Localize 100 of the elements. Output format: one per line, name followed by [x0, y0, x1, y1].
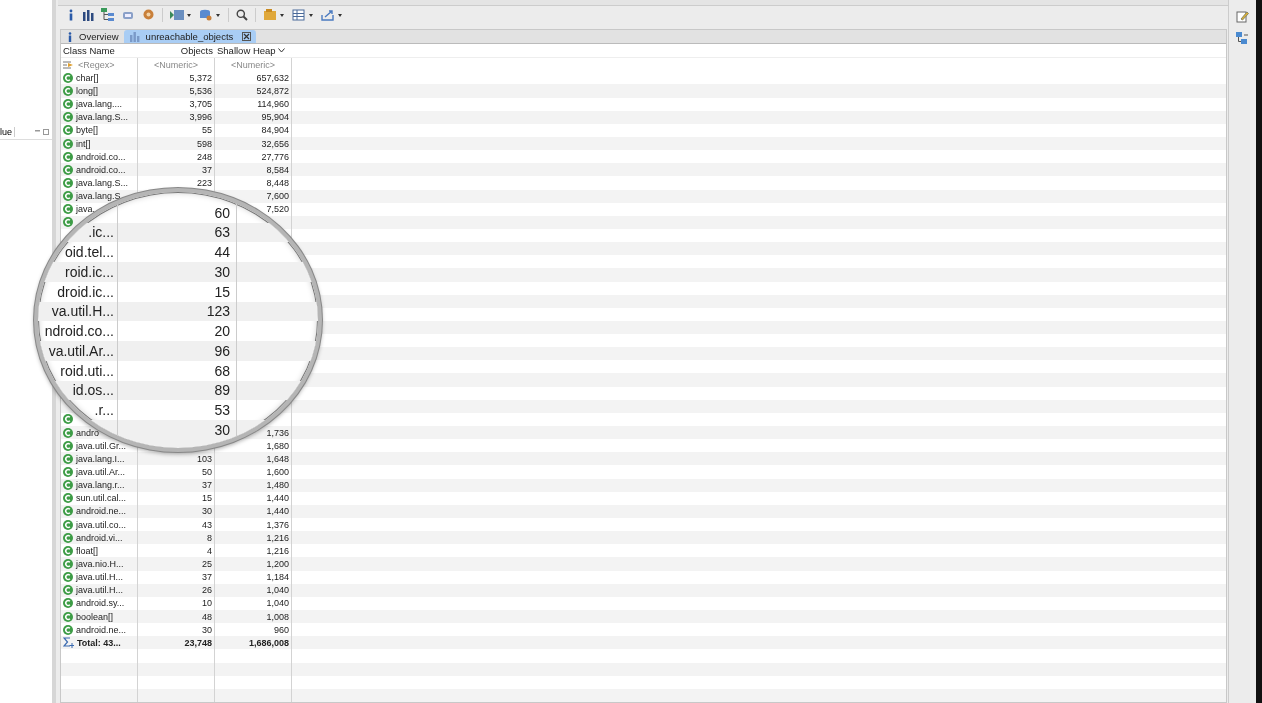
table-cell: android.co... — [76, 164, 126, 175]
table-cell: int[] — [76, 138, 91, 149]
table-cell: android.ne... — [76, 624, 127, 635]
magnified-cell: 63 — [214, 224, 230, 241]
table-cell: 3,705 — [189, 99, 212, 110]
table-cell: android.vi... — [76, 532, 123, 543]
table-cell: Total: 43... — [77, 637, 121, 648]
bar-chart-icon[interactable] — [82, 8, 94, 21]
table-cell: android.sy... — [76, 598, 125, 609]
magnified-cell: va.util.Ar... — [48, 343, 114, 359]
table-cell: float[] — [76, 545, 98, 556]
table-cell: 114,960 — [257, 99, 289, 110]
run-report-dropdown-icon[interactable] — [170, 8, 192, 21]
table-cell: char[] — [76, 72, 99, 83]
table-cell: 55 — [202, 125, 212, 136]
table-cell: andro — [76, 427, 100, 438]
table-cell: 50 — [202, 467, 212, 478]
table-cell: 7,520 — [266, 204, 289, 215]
magnified-cell: 89 — [214, 382, 230, 399]
sum-icon — [63, 637, 74, 649]
editor-tab[interactable]: Overview — [61, 30, 124, 44]
table-cell: 103 — [196, 453, 212, 464]
table-cell: 23,748 — [184, 637, 212, 648]
table-cell: java.lang.S... — [76, 177, 129, 188]
table-cell: 1,008 — [266, 611, 289, 622]
magnified-cell: ndroid.co... — [44, 323, 114, 340]
table-cell: 84,904 — [261, 125, 289, 136]
magnified-cell: 15 — [214, 283, 230, 300]
table-cell: 37 — [202, 572, 212, 583]
table-cell: 30 — [202, 624, 212, 635]
filter-placeholder[interactable]: <Numeric> — [231, 59, 275, 70]
magnified-cell: 68 — [214, 362, 230, 379]
minimize-maximize-icon[interactable] — [35, 128, 49, 135]
table-cell: java.util.H... — [76, 572, 124, 583]
search-icon[interactable] — [236, 8, 248, 21]
magnified-cell: roid.ic... — [65, 264, 114, 280]
table-cell: java.lang.r... — [76, 480, 125, 491]
close-icon[interactable] — [242, 32, 252, 42]
table-cell: 25 — [202, 559, 212, 569]
magnified-cell: .r... — [94, 402, 114, 419]
class-icon — [63, 467, 73, 478]
table-cell: 960 — [273, 624, 289, 635]
table-cell: 1,040 — [266, 598, 289, 609]
table-cell: 26 — [202, 585, 212, 596]
export-dropdown-icon[interactable] — [321, 8, 343, 21]
table-cell: java.lang.I... — [76, 453, 125, 464]
table-cell: java.lang.... — [76, 99, 123, 110]
table-cell: 598 — [196, 138, 212, 149]
magnified-cell: roid.uti... — [60, 362, 114, 379]
table-cell: 1,040 — [266, 585, 289, 596]
table-cell: 1,216 — [266, 532, 289, 543]
table-cell: 5,372 — [189, 72, 212, 83]
table-cell: 8 — [207, 532, 212, 543]
table-cell: 30 — [202, 506, 212, 517]
info-icon[interactable] — [67, 8, 75, 21]
column-header[interactable]: Shallow Heap — [215, 44, 292, 58]
table-cell: 32,656 — [261, 138, 289, 149]
magnified-cell: 53 — [214, 402, 230, 419]
table-cell: 524,872 — [256, 85, 289, 96]
table-cell: 4 — [207, 545, 212, 556]
tree-icon[interactable] — [101, 8, 115, 22]
table-cell: byte[] — [76, 125, 98, 136]
table-cell: 8,584 — [266, 164, 289, 175]
hierarchy-icon[interactable] — [1236, 32, 1249, 45]
table-cell: 10 — [202, 598, 212, 609]
table-cell: sun.util.cal... — [76, 493, 127, 504]
filter-placeholder[interactable]: <Regex> — [78, 59, 115, 70]
table-cell: 48 — [202, 611, 212, 622]
magnified-cell: .ic... — [88, 224, 114, 241]
magnified-cell: droid.ic... — [57, 283, 114, 300]
table-cell: 1,736 — [266, 427, 289, 438]
table-cell: java.util.co... — [76, 519, 127, 530]
magnified-cell: id.os... — [72, 382, 114, 399]
table-cell: 5,536 — [189, 85, 212, 96]
column-header[interactable]: Class Name — [61, 44, 138, 58]
table-cell: 1,440 — [266, 506, 289, 517]
magnified-cell: 30 — [214, 264, 230, 280]
table-dropdown-icon[interactable] — [292, 8, 314, 21]
table-cell: android.ne... — [76, 506, 127, 517]
table-cell: 657,632 — [256, 72, 289, 83]
class-icon — [63, 177, 73, 188]
table-cell: 7,600 — [266, 191, 289, 202]
edit-icon[interactable] — [1236, 10, 1249, 23]
table-cell: java.util.Ar... — [76, 467, 126, 478]
table-cell: 8,448 — [266, 177, 289, 188]
table-cell: java.nio.H... — [76, 559, 124, 569]
table-cell: boolean[] — [76, 611, 114, 622]
column-header[interactable]: Objects — [138, 44, 215, 58]
magnified-cell: 30 — [214, 422, 230, 438]
sort-caret-icon[interactable] — [277, 48, 285, 54]
table-cell: 3,996 — [189, 112, 212, 123]
info-icon — [67, 31, 73, 42]
table-cell: java.util.Gr... — [76, 440, 127, 451]
filter-placeholder[interactable]: <Numeric> — [154, 59, 198, 70]
folder-dropdown-icon[interactable] — [263, 8, 285, 21]
table-cell: 1,648 — [266, 453, 289, 464]
editor-tab[interactable]: unreachable_objects — [123, 30, 257, 44]
magnified-cell: 60 — [214, 204, 230, 221]
table-cell: 37 — [202, 164, 212, 175]
table-cell: java. — [76, 204, 95, 215]
